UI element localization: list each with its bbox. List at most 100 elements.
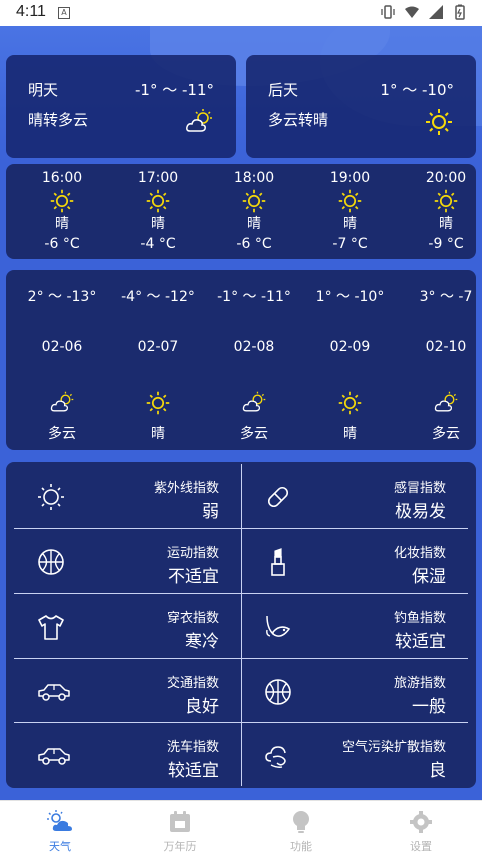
notification-a-icon: A bbox=[58, 7, 70, 19]
vibrate-icon bbox=[381, 5, 395, 19]
status-bar: 4:11 A bbox=[0, 0, 482, 26]
hour-item: 18:00 晴 -6 °C bbox=[219, 168, 289, 254]
partly-cloudy-icon bbox=[434, 391, 458, 412]
day-date: 02-10 bbox=[425, 339, 467, 355]
sun-icon bbox=[434, 189, 458, 213]
index-travel[interactable]: 旅游指数 一般 bbox=[241, 659, 468, 723]
day-after-range: 1° ～ -10° bbox=[380, 81, 454, 99]
index-name: 交通指数 bbox=[166, 676, 219, 691]
weather-icon bbox=[47, 810, 72, 831]
index-air-pollution[interactable]: 空气污染扩散指数 良 bbox=[241, 723, 468, 787]
hour-temp: -6 °C bbox=[236, 236, 272, 252]
index-name: 钓鱼指数 bbox=[393, 611, 446, 626]
nav-functions[interactable]: 功能 bbox=[261, 809, 341, 854]
daily-forecast[interactable]: 2° ～ -13° 02-06 多云 -4° ～ -12° 02-07 晴 -1… bbox=[6, 270, 476, 450]
hour-temp: -6 °C bbox=[44, 236, 80, 252]
car-wash-icon bbox=[38, 748, 70, 765]
day-range: 2° ～ -13° bbox=[27, 289, 97, 305]
index-sport[interactable]: 运动指数 不适宜 bbox=[14, 529, 241, 593]
day-range: 3° ～ -7 bbox=[419, 289, 473, 305]
nav-calendar[interactable]: 万年历 bbox=[140, 809, 220, 854]
sun-icon bbox=[338, 391, 362, 415]
hour-temp: -9 °C bbox=[428, 236, 464, 252]
hour-temp: -7 °C bbox=[332, 236, 368, 252]
day-date: 02-07 bbox=[137, 339, 179, 355]
sun-icon bbox=[146, 391, 170, 415]
gear-icon bbox=[410, 811, 432, 833]
signal-icon bbox=[429, 5, 443, 19]
hour-condition: 晴 bbox=[439, 216, 453, 232]
nav-weather[interactable]: 天气 bbox=[20, 809, 100, 854]
ball-icon bbox=[265, 679, 291, 705]
partly-cloudy-icon bbox=[186, 109, 212, 132]
hour-time: 19:00 bbox=[329, 170, 371, 186]
index-value: 较适宜 bbox=[395, 632, 446, 652]
index-name: 紫外线指数 bbox=[153, 481, 219, 496]
day-condition: 晴 bbox=[151, 426, 165, 442]
index-name: 穿衣指数 bbox=[166, 611, 219, 626]
day-range: -1° ～ -11° bbox=[217, 289, 291, 305]
index-value: 良好 bbox=[185, 697, 219, 717]
pill-icon bbox=[267, 486, 289, 508]
tshirt-icon bbox=[38, 615, 64, 640]
day-condition: 多云 bbox=[48, 426, 76, 442]
hour-condition: 晴 bbox=[55, 216, 69, 232]
index-name: 旅游指数 bbox=[393, 676, 446, 691]
nav-functions-label: 功能 bbox=[290, 840, 312, 853]
index-name: 空气污染扩散指数 bbox=[341, 740, 446, 755]
hour-time: 20:00 bbox=[425, 170, 467, 186]
index-fishing[interactable]: 钓鱼指数 较适宜 bbox=[241, 594, 468, 658]
index-uv[interactable]: 紫外线指数 弱 bbox=[14, 464, 241, 528]
day-range: 1° ～ -10° bbox=[315, 289, 385, 305]
nav-settings-label: 设置 bbox=[410, 840, 432, 853]
hourly-forecast[interactable]: 16:00 晴 -6 °C 17:00 晴 -4 °C 18:00 晴 -6 °… bbox=[6, 164, 476, 259]
hour-item: 17:00 晴 -4 °C bbox=[123, 168, 193, 254]
sun-icon bbox=[426, 109, 452, 135]
index-car-wash[interactable]: 洗车指数 较适宜 bbox=[14, 723, 241, 787]
index-traffic[interactable]: 交通指数 良好 bbox=[14, 659, 241, 723]
day-date: 02-06 bbox=[41, 339, 83, 355]
sun-icon bbox=[242, 189, 266, 213]
day-after-card[interactable]: 后天 1° ～ -10° 多云转晴 bbox=[246, 55, 476, 158]
tomorrow-card[interactable]: 明天 -1° ～ -11° 晴转多云 bbox=[6, 55, 236, 158]
hour-condition: 晴 bbox=[343, 216, 357, 232]
day-range: -4° ～ -12° bbox=[121, 289, 195, 305]
day-date: 02-08 bbox=[233, 339, 275, 355]
battery-icon bbox=[455, 4, 465, 20]
wind-icon bbox=[265, 746, 286, 768]
index-value: 弱 bbox=[202, 502, 219, 522]
nav-settings[interactable]: 设置 bbox=[381, 809, 461, 854]
hour-item: 20:00 晴 -9 °C bbox=[411, 168, 481, 254]
index-value: 较适宜 bbox=[168, 761, 219, 781]
tomorrow-condition: 晴转多云 bbox=[28, 111, 89, 129]
hour-time: 17:00 bbox=[137, 170, 179, 186]
status-time: 4:11 bbox=[16, 3, 46, 20]
day-condition: 多云 bbox=[432, 426, 460, 442]
hour-time: 16:00 bbox=[41, 170, 83, 186]
day-after-label: 后天 bbox=[268, 81, 299, 99]
uv-icon bbox=[38, 484, 64, 510]
nav-calendar-label: 万年历 bbox=[163, 840, 197, 853]
partly-cloudy-icon bbox=[242, 391, 266, 412]
day-condition: 多云 bbox=[240, 426, 268, 442]
tomorrow-label: 明天 bbox=[28, 81, 59, 99]
hour-temp: -4 °C bbox=[140, 236, 176, 252]
hour-condition: 晴 bbox=[151, 216, 165, 232]
index-value: 保湿 bbox=[412, 567, 446, 587]
lipstick-icon bbox=[271, 548, 285, 576]
index-cold[interactable]: 感冒指数 极易发 bbox=[241, 464, 468, 528]
index-dressing[interactable]: 穿衣指数 寒冷 bbox=[14, 594, 241, 658]
day-condition: 晴 bbox=[343, 426, 357, 442]
day-after-condition: 多云转晴 bbox=[268, 111, 329, 129]
index-value: 极易发 bbox=[395, 502, 446, 522]
sun-icon bbox=[50, 189, 74, 213]
index-value: 良 bbox=[429, 761, 446, 781]
status-icons bbox=[380, 4, 468, 20]
calendar-icon bbox=[170, 811, 190, 832]
bottom-navigation: 天气 万年历 功能 设置 bbox=[0, 800, 482, 858]
index-name: 运动指数 bbox=[166, 546, 219, 561]
index-makeup[interactable]: 化妆指数 保湿 bbox=[241, 529, 468, 593]
car-icon bbox=[38, 684, 70, 701]
hour-item: 16:00 晴 -6 °C bbox=[27, 168, 97, 254]
index-name: 感冒指数 bbox=[393, 481, 446, 496]
